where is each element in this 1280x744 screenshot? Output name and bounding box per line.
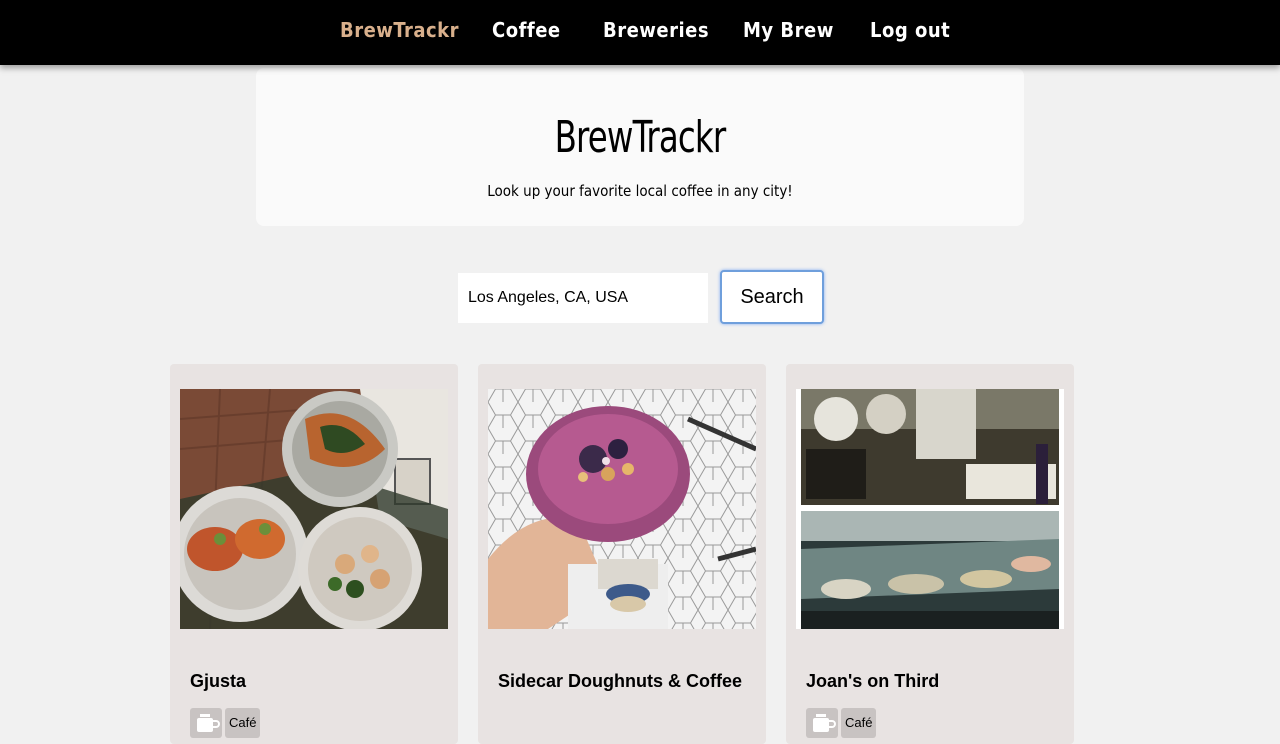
shop-name[interactable]: Joan's on Third <box>806 671 1054 692</box>
page-subtitle: Look up your favorite local coffee in an… <box>487 182 793 200</box>
nav-coffee-link[interactable]: Coffee <box>492 18 561 42</box>
nav-my-brew-link[interactable]: My Brew <box>743 18 834 42</box>
shop-name[interactable]: Sidecar Doughnuts & Coffee <box>498 671 746 692</box>
nav-logout-link[interactable]: Log out <box>870 18 950 42</box>
shop-photo <box>488 389 756 629</box>
nav-brand-link[interactable]: BrewTrackr <box>340 18 459 42</box>
nav-breweries-link[interactable]: Breweries <box>603 18 709 42</box>
search-button[interactable]: Search <box>720 270 824 324</box>
page-title: BrewTrackr <box>554 112 727 163</box>
shop-card[interactable]: Sidecar Doughnuts & Coffee <box>478 364 766 744</box>
top-navbar: BrewTrackr Coffee Breweries My Brew Log … <box>0 0 1280 65</box>
hero-panel: BrewTrackr Look up your favorite local c… <box>256 68 1024 226</box>
shop-photo <box>796 389 1064 629</box>
shop-card[interactable]: Joan's on Third Café <box>786 364 1074 744</box>
shop-card[interactable]: Gjusta Café <box>170 364 458 744</box>
coffee-cup-icon <box>806 708 838 738</box>
shop-name[interactable]: Gjusta <box>190 671 438 692</box>
city-search-input[interactable] <box>458 273 708 323</box>
category-tag-cafe[interactable]: Café <box>841 708 877 738</box>
coffee-cup-icon <box>190 708 222 738</box>
category-tag-cafe[interactable]: Café <box>225 708 261 738</box>
shop-photo <box>180 389 448 629</box>
